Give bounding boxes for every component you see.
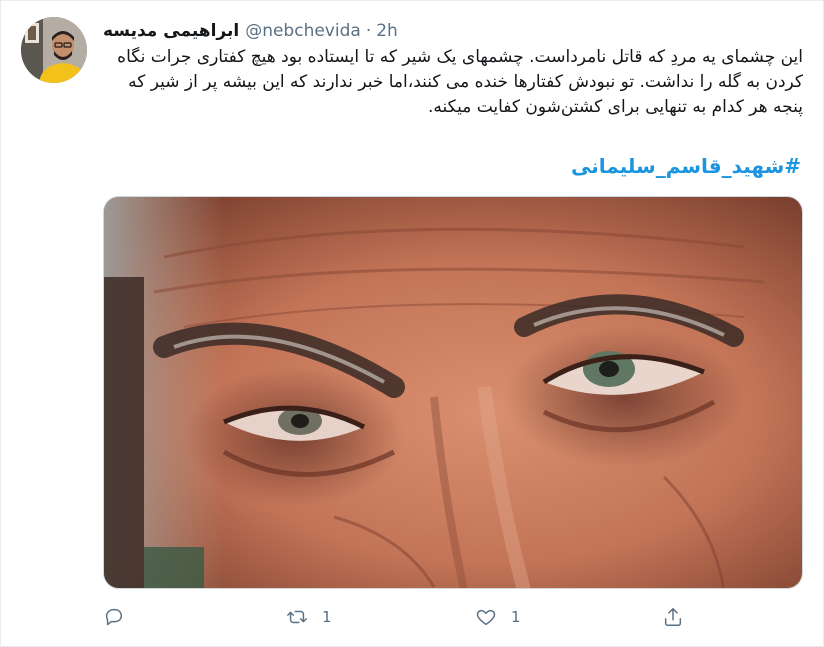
retweet-button[interactable]: 1 [286,601,332,633]
hashtag-link[interactable]: #شهید_قاسم_سلیمانی [571,154,801,178]
portrait-photo [104,197,802,588]
retweet-icon [287,610,307,624]
tweet-actions: 1 1 [103,601,803,633]
share-button[interactable] [662,601,684,633]
retweet-count: 1 [322,608,332,626]
avatar-image [21,17,87,83]
heart-icon [476,609,496,626]
separator-dot: · [365,21,372,41]
tweet-text: این چشمای یه مردِ که قاتل نامرداست. چشمه… [117,47,803,117]
tweet-image[interactable] [103,196,803,589]
reply-icon [105,608,123,626]
user-handle[interactable]: @nebchevida [245,21,361,41]
tweet-card[interactable]: ابراهیمی مدیسه @nebchevida · 2h این چشما… [0,0,824,647]
like-button[interactable]: 1 [475,601,521,633]
avatar[interactable] [21,17,87,83]
timestamp[interactable]: 2h [376,21,398,41]
tweet-header: ابراهیمی مدیسه @nebchevida · 2h [103,17,398,45]
reply-button[interactable] [103,601,125,633]
share-icon [664,608,682,626]
like-count: 1 [511,608,521,626]
display-name[interactable]: ابراهیمی مدیسه [103,21,239,41]
